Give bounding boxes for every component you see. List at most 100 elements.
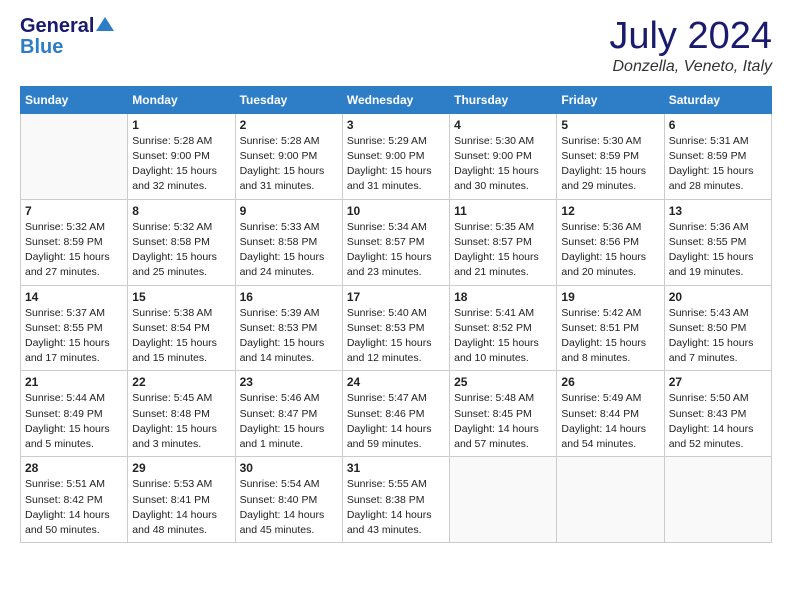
day-number: 31 — [347, 461, 445, 475]
day-info: Sunrise: 5:33 AMSunset: 8:58 PMDaylight:… — [240, 220, 338, 281]
month-title: July 2024 — [609, 16, 772, 58]
calendar-day-cell: 4 Sunrise: 5:30 AMSunset: 9:00 PMDaylight… — [450, 113, 557, 199]
calendar-week-row: 21Sunrise: 5:44 AMSunset: 8:49 PMDayligh… — [21, 371, 772, 457]
day-of-week-header: Friday — [557, 86, 664, 113]
calendar-day-cell: 12 Sunrise: 5:36 AMSunset: 8:56 PMDayligh… — [557, 199, 664, 285]
day-number: 20 — [669, 290, 767, 304]
day-number: 25 — [454, 375, 552, 389]
calendar-day-cell: 10 Sunrise: 5:34 AMSunset: 8:57 PMDayligh… — [342, 199, 449, 285]
day-number: 16 — [240, 290, 338, 304]
logo: General Blue — [20, 16, 114, 59]
day-info: Sunrise: 5:29 AMSunset: 9:00 PMDaylight:… — [347, 134, 445, 195]
day-number: 7 — [25, 204, 123, 218]
title-block: July 2024 Donzella, Veneto, Italy — [609, 16, 772, 76]
day-info: Sunrise: 5:28 AMSunset: 9:00 PMDaylight:… — [240, 134, 338, 195]
day-of-week-header: Wednesday — [342, 86, 449, 113]
calendar-day-cell: 5Sunrise: 5:30 AMSunset: 8:59 PMDaylight… — [557, 113, 664, 199]
day-info: Sunrise: 5:43 AMSunset: 8:50 PMDaylight:… — [669, 306, 767, 367]
day-info: Sunrise: 5:39 AMSunset: 8:53 PMDaylight:… — [240, 306, 338, 367]
day-info: Sunrise: 5:38 AMSunset: 8:54 PMDaylight:… — [132, 306, 230, 367]
day-number: 26 — [561, 375, 659, 389]
calendar-day-cell: 26 Sunrise: 5:49 AMSunset: 8:44 PMDayligh… — [557, 371, 664, 457]
day-info: Sunrise: 5:48 AMSunset: 8:45 PMDaylight:… — [454, 391, 552, 452]
calendar-day-cell: 30Sunrise: 5:54 AMSunset: 8:40 PMDayligh… — [235, 457, 342, 543]
calendar-day-cell: 19 Sunrise: 5:42 AMSunset: 8:51 PMDayligh… — [557, 285, 664, 371]
day-info: Sunrise: 5:36 AMSunset: 8:56 PMDaylight:… — [561, 220, 659, 281]
day-number: 27 — [669, 375, 767, 389]
day-number: 29 — [132, 461, 230, 475]
day-number: 28 — [25, 461, 123, 475]
day-info: Sunrise: 5:51 AMSunset: 8:42 PMDaylight:… — [25, 477, 123, 538]
day-info: Sunrise: 5:35 AMSunset: 8:57 PMDaylight:… — [454, 220, 552, 281]
calendar-day-cell: 11 Sunrise: 5:35 AMSunset: 8:57 PMDayligh… — [450, 199, 557, 285]
day-info: Sunrise: 5:40 AMSunset: 8:53 PMDaylight:… — [347, 306, 445, 367]
day-number: 3 — [347, 118, 445, 132]
day-info: Sunrise: 5:36 AMSunset: 8:55 PMDaylight:… — [669, 220, 767, 281]
day-number: 30 — [240, 461, 338, 475]
calendar-table: SundayMondayTuesdayWednesdayThursdayFrid… — [20, 86, 772, 543]
calendar-day-cell: 14 Sunrise: 5:37 AMSunset: 8:55 PMDayligh… — [21, 285, 128, 371]
calendar-day-cell: 15 Sunrise: 5:38 AMSunset: 8:54 PMDayligh… — [128, 285, 235, 371]
day-info: Sunrise: 5:47 AMSunset: 8:46 PMDaylight:… — [347, 391, 445, 452]
calendar-header-row: SundayMondayTuesdayWednesdayThursdayFrid… — [21, 86, 772, 113]
day-number: 4 — [454, 118, 552, 132]
calendar-day-cell: 13 Sunrise: 5:36 AMSunset: 8:55 PMDayligh… — [664, 199, 771, 285]
day-number: 11 — [454, 204, 552, 218]
calendar-week-row: 28 Sunrise: 5:51 AMSunset: 8:42 PMDayligh… — [21, 457, 772, 543]
day-info: Sunrise: 5:53 AMSunset: 8:41 PMDaylight:… — [132, 477, 230, 538]
day-of-week-header: Monday — [128, 86, 235, 113]
calendar-day-cell: 18Sunrise: 5:41 AMSunset: 8:52 PMDayligh… — [450, 285, 557, 371]
day-info: Sunrise: 5:31 AMSunset: 8:59 PMDaylight:… — [669, 134, 767, 195]
calendar-day-cell: 3 Sunrise: 5:29 AMSunset: 9:00 PMDaylight… — [342, 113, 449, 199]
calendar-day-cell: 1 Sunrise: 5:28 AMSunset: 9:00 PMDaylight… — [128, 113, 235, 199]
calendar-day-cell: 16 Sunrise: 5:39 AMSunset: 8:53 PMDayligh… — [235, 285, 342, 371]
calendar-day-cell: 6 Sunrise: 5:31 AMSunset: 8:59 PMDaylight… — [664, 113, 771, 199]
calendar-day-cell — [557, 457, 664, 543]
calendar-day-cell: 9 Sunrise: 5:33 AMSunset: 8:58 PMDaylight… — [235, 199, 342, 285]
calendar-day-cell: 2 Sunrise: 5:28 AMSunset: 9:00 PMDaylight… — [235, 113, 342, 199]
day-info: Sunrise: 5:28 AMSunset: 9:00 PMDaylight:… — [132, 134, 230, 195]
logo-icon — [96, 17, 114, 31]
day-of-week-header: Sunday — [21, 86, 128, 113]
calendar-day-cell: 22 Sunrise: 5:45 AMSunset: 8:48 PMDayligh… — [128, 371, 235, 457]
day-info: Sunrise: 5:34 AMSunset: 8:57 PMDaylight:… — [347, 220, 445, 281]
calendar-day-cell: 28 Sunrise: 5:51 AMSunset: 8:42 PMDayligh… — [21, 457, 128, 543]
calendar-day-cell: 21Sunrise: 5:44 AMSunset: 8:49 PMDayligh… — [21, 371, 128, 457]
calendar-day-cell — [21, 113, 128, 199]
calendar-day-cell: 7Sunrise: 5:32 AMSunset: 8:59 PMDaylight… — [21, 199, 128, 285]
day-number: 2 — [240, 118, 338, 132]
day-number: 23 — [240, 375, 338, 389]
day-number: 10 — [347, 204, 445, 218]
day-number: 12 — [561, 204, 659, 218]
day-number: 13 — [669, 204, 767, 218]
day-number: 5 — [561, 118, 659, 132]
calendar-day-cell: 8Sunrise: 5:32 AMSunset: 8:58 PMDaylight… — [128, 199, 235, 285]
day-info: Sunrise: 5:42 AMSunset: 8:51 PMDaylight:… — [561, 306, 659, 367]
day-of-week-header: Tuesday — [235, 86, 342, 113]
day-info: Sunrise: 5:50 AMSunset: 8:43 PMDaylight:… — [669, 391, 767, 452]
day-number: 6 — [669, 118, 767, 132]
calendar-day-cell: 17Sunrise: 5:40 AMSunset: 8:53 PMDayligh… — [342, 285, 449, 371]
day-info: Sunrise: 5:37 AMSunset: 8:55 PMDaylight:… — [25, 306, 123, 367]
day-number: 9 — [240, 204, 338, 218]
day-info: Sunrise: 5:45 AMSunset: 8:48 PMDaylight:… — [132, 391, 230, 452]
calendar-week-row: 1 Sunrise: 5:28 AMSunset: 9:00 PMDaylight… — [21, 113, 772, 199]
day-number: 21 — [25, 375, 123, 389]
day-number: 8 — [132, 204, 230, 218]
calendar-day-cell: 31Sunrise: 5:55 AMSunset: 8:38 PMDayligh… — [342, 457, 449, 543]
calendar-week-row: 7Sunrise: 5:32 AMSunset: 8:59 PMDaylight… — [21, 199, 772, 285]
calendar-day-cell: 29 Sunrise: 5:53 AMSunset: 8:41 PMDayligh… — [128, 457, 235, 543]
day-number: 22 — [132, 375, 230, 389]
calendar-day-cell — [664, 457, 771, 543]
day-number: 15 — [132, 290, 230, 304]
day-info: Sunrise: 5:41 AMSunset: 8:52 PMDaylight:… — [454, 306, 552, 367]
day-number: 14 — [25, 290, 123, 304]
calendar-day-cell: 23Sunrise: 5:46 AMSunset: 8:47 PMDayligh… — [235, 371, 342, 457]
calendar-week-row: 14 Sunrise: 5:37 AMSunset: 8:55 PMDayligh… — [21, 285, 772, 371]
day-info: Sunrise: 5:30 AMSunset: 9:00 PMDaylight:… — [454, 134, 552, 195]
day-number: 24 — [347, 375, 445, 389]
day-number: 1 — [132, 118, 230, 132]
day-number: 19 — [561, 290, 659, 304]
day-info: Sunrise: 5:49 AMSunset: 8:44 PMDaylight:… — [561, 391, 659, 452]
calendar-day-cell: 20 Sunrise: 5:43 AMSunset: 8:50 PMDayligh… — [664, 285, 771, 371]
